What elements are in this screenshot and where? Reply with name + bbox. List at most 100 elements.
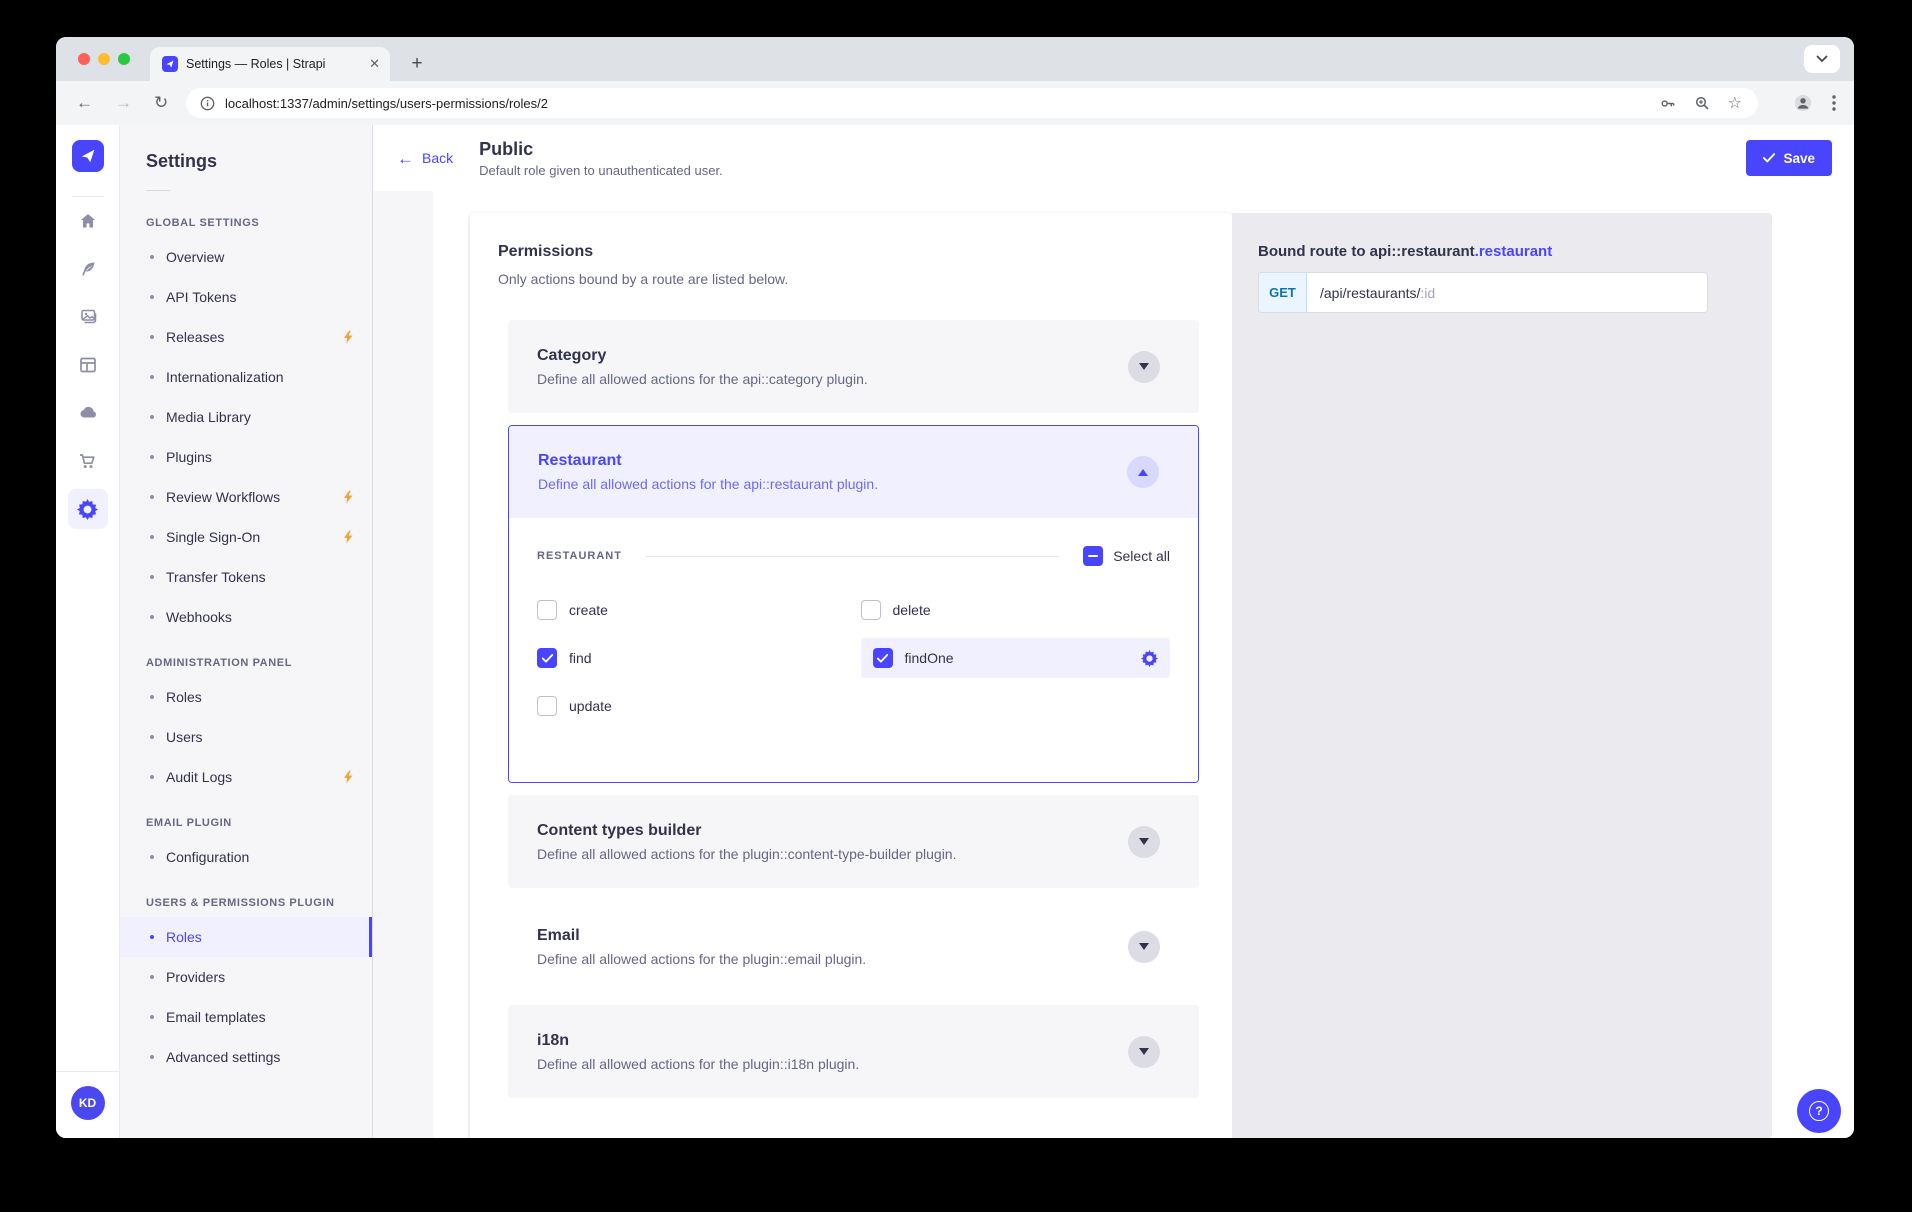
permission-row-create[interactable]: create bbox=[525, 590, 859, 630]
bullet-icon bbox=[150, 535, 154, 539]
sidebar-item-audit-logs[interactable]: Audit Logs bbox=[120, 757, 372, 797]
tab-search-chevron-icon[interactable] bbox=[1804, 45, 1840, 73]
accordion-header[interactable]: CategoryDefine all allowed actions for t… bbox=[508, 320, 1199, 413]
advanced-settings-gear-icon[interactable] bbox=[1141, 650, 1158, 667]
sidebar-item-transfer-tokens[interactable]: Transfer Tokens bbox=[120, 557, 372, 597]
sidebar-item-media-library[interactable]: Media Library bbox=[120, 397, 372, 437]
minimize-window-button[interactable] bbox=[98, 53, 110, 65]
sidebar-item-advanced-settings[interactable]: Advanced settings bbox=[120, 1037, 372, 1077]
accordion-toggle-button[interactable] bbox=[1128, 1036, 1160, 1068]
sidebar-item-internationalization[interactable]: Internationalization bbox=[120, 357, 372, 397]
profile-avatar-icon[interactable] bbox=[1794, 94, 1812, 112]
sidebar-item-plugins[interactable]: Plugins bbox=[120, 437, 372, 477]
sidebar-item-label: Plugins bbox=[166, 449, 212, 465]
accordion-header[interactable]: i18nDefine all allowed actions for the p… bbox=[508, 1005, 1199, 1098]
settings-nav-sections: GLOBAL SETTINGSOverviewAPI TokensRelease… bbox=[120, 217, 372, 1077]
accordion-header[interactable]: Content types builderDefine all allowed … bbox=[508, 795, 1199, 888]
permission-row-findone[interactable]: findOne bbox=[861, 638, 1171, 678]
sidebar-item-label: Advanced settings bbox=[166, 1049, 280, 1065]
permission-row-update[interactable]: update bbox=[525, 686, 859, 726]
bound-route-title: Bound route to api::restaurant.restauran… bbox=[1258, 243, 1746, 260]
user-avatar[interactable]: KD bbox=[71, 1086, 105, 1120]
accordion-toggle-button[interactable] bbox=[1128, 351, 1160, 383]
sidebar-item-configuration[interactable]: Configuration bbox=[120, 837, 372, 877]
nav-content-manager-icon[interactable] bbox=[64, 245, 112, 293]
content-gutter bbox=[373, 191, 433, 1138]
chevron-down-icon bbox=[1139, 363, 1149, 370]
group-label: RESTAURANT bbox=[537, 550, 622, 562]
bullet-icon bbox=[150, 295, 154, 299]
sidebar-item-review-workflows[interactable]: Review Workflows bbox=[120, 477, 372, 517]
nav-settings-gear-icon[interactable] bbox=[68, 489, 108, 529]
back-label: Back bbox=[422, 150, 453, 166]
permission-row-delete[interactable]: delete bbox=[849, 590, 1183, 630]
sidebar-item-users[interactable]: Users bbox=[120, 717, 372, 757]
subnav-divider bbox=[146, 190, 170, 191]
new-tab-button[interactable]: + bbox=[404, 51, 430, 77]
check-icon bbox=[542, 654, 553, 663]
lightning-bolt-icon bbox=[343, 490, 354, 504]
sidebar-item-roles[interactable]: Roles bbox=[120, 677, 372, 717]
accordion-title: Category bbox=[537, 346, 1128, 365]
back-link[interactable]: ← Back bbox=[397, 150, 453, 167]
sidebar-item-label: Audit Logs bbox=[166, 769, 232, 785]
save-button[interactable]: Save bbox=[1746, 140, 1832, 176]
bookmark-star-icon[interactable]: ☆ bbox=[1728, 93, 1742, 113]
accordion-toggle-button[interactable] bbox=[1128, 826, 1160, 858]
site-info-icon[interactable] bbox=[200, 96, 215, 111]
browser-tab[interactable]: Settings — Roles | Strapi ✕ bbox=[150, 47, 390, 81]
url-bar[interactable]: localhost:1337/admin/settings/users-perm… bbox=[186, 88, 1758, 118]
group-divider bbox=[646, 556, 1059, 557]
sidebar-item-overview[interactable]: Overview bbox=[120, 237, 372, 277]
help-button[interactable]: ? bbox=[1797, 1089, 1841, 1133]
permission-row-find[interactable]: find bbox=[525, 638, 859, 678]
bullet-icon bbox=[150, 975, 154, 979]
permission-checkbox-find[interactable] bbox=[537, 648, 557, 668]
sidebar-item-label: Configuration bbox=[166, 849, 249, 865]
http-method-badge: GET bbox=[1259, 273, 1307, 312]
permission-checkbox-create[interactable] bbox=[537, 600, 557, 620]
accordion-toggle-button[interactable] bbox=[1127, 456, 1159, 488]
forward-nav-icon[interactable]: → bbox=[115, 93, 132, 113]
nav-media-library-icon[interactable] bbox=[64, 293, 112, 341]
lightning-bolt-icon bbox=[343, 530, 354, 544]
accordion-toggle-button[interactable] bbox=[1128, 931, 1160, 963]
accordion-title: Restaurant bbox=[538, 451, 1127, 470]
sidebar-item-api-tokens[interactable]: API Tokens bbox=[120, 277, 372, 317]
sidebar-item-roles[interactable]: Roles bbox=[120, 917, 372, 957]
browser-toolbar: ← → ↻ localhost:1337/admin/settings/user… bbox=[56, 81, 1854, 125]
permission-checkbox-delete[interactable] bbox=[861, 600, 881, 620]
sidebar-item-label: Roles bbox=[166, 689, 202, 705]
sidebar-item-email-templates[interactable]: Email templates bbox=[120, 997, 372, 1037]
select-all-control[interactable]: Select all bbox=[1083, 546, 1170, 566]
sidebar-item-single-sign-on[interactable]: Single Sign-On bbox=[120, 517, 372, 557]
zoom-icon[interactable] bbox=[1694, 95, 1710, 111]
accordion-header[interactable]: EmailDefine all allowed actions for the … bbox=[508, 900, 1199, 993]
sidebar-item-webhooks[interactable]: Webhooks bbox=[120, 597, 372, 637]
bound-route-accent: .restaurant bbox=[1475, 243, 1553, 260]
close-tab-icon[interactable]: ✕ bbox=[369, 56, 380, 72]
password-key-icon[interactable] bbox=[1659, 95, 1676, 112]
nav-marketplace-cart-icon[interactable] bbox=[64, 437, 112, 485]
fullscreen-window-button[interactable] bbox=[118, 53, 130, 65]
reload-icon[interactable]: ↻ bbox=[154, 93, 168, 113]
nav-home-icon[interactable] bbox=[64, 197, 112, 245]
permission-checkbox-update[interactable] bbox=[537, 696, 557, 716]
nav-deploy-cloud-icon[interactable] bbox=[64, 389, 112, 437]
sidebar-item-providers[interactable]: Providers bbox=[120, 957, 372, 997]
strapi-favicon-icon bbox=[162, 56, 178, 72]
close-window-button[interactable] bbox=[78, 53, 90, 65]
tab-title: Settings — Roles | Strapi bbox=[186, 57, 361, 71]
check-icon bbox=[877, 654, 888, 663]
strapi-logo-icon[interactable] bbox=[72, 140, 104, 172]
browser-menu-icon[interactable] bbox=[1832, 95, 1836, 111]
select-all-checkbox[interactable] bbox=[1083, 546, 1103, 566]
url-text[interactable]: localhost:1337/admin/settings/users-perm… bbox=[225, 96, 1659, 111]
back-nav-icon[interactable]: ← bbox=[76, 93, 93, 113]
sidebar-item-releases[interactable]: Releases bbox=[120, 317, 372, 357]
permission-checkbox-findone[interactable] bbox=[873, 648, 893, 668]
nav-content-type-builder-icon[interactable] bbox=[64, 341, 112, 389]
accordion-header[interactable]: Upload bbox=[508, 1110, 1199, 1138]
accordion-title: i18n bbox=[537, 1031, 1128, 1050]
accordion-header[interactable]: RestaurantDefine all allowed actions for… bbox=[509, 426, 1198, 518]
